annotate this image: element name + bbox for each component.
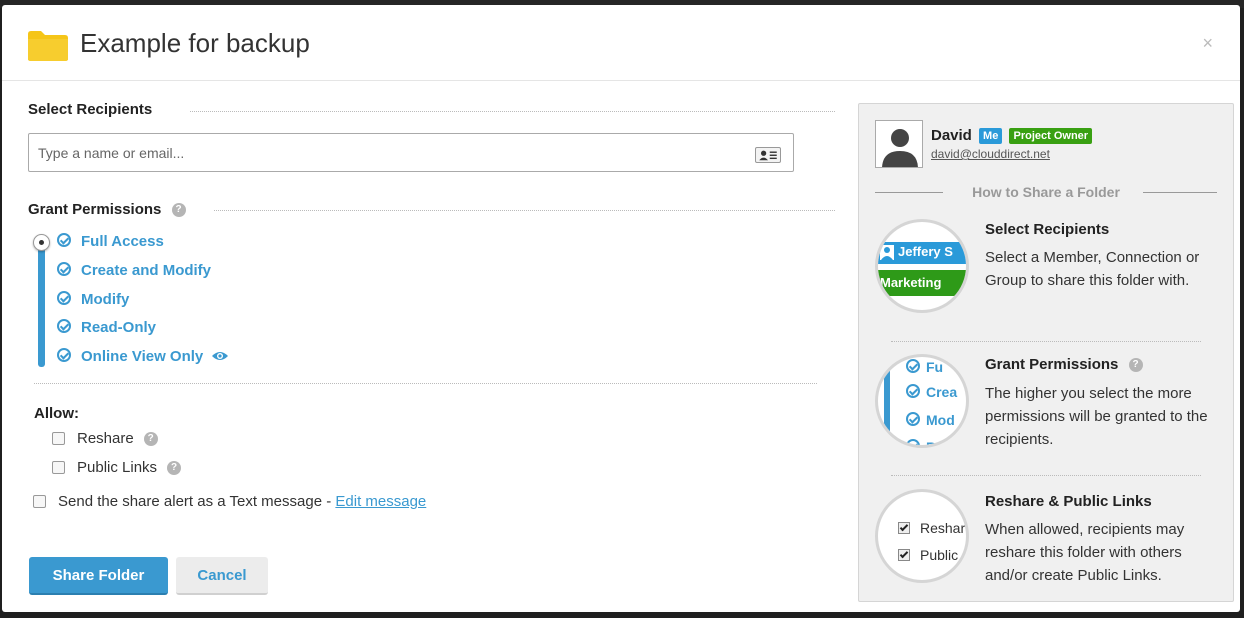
- step-grant-permissions-preview: Fu Crea Mod R: [875, 354, 969, 448]
- me-badge: Me: [979, 128, 1003, 144]
- reshare-checkbox[interactable]: [52, 432, 65, 445]
- divider: [34, 383, 817, 384]
- dialog-header: Example for backup ×: [2, 5, 1240, 81]
- eye-icon: [212, 352, 229, 360]
- grant-permissions-label: Grant Permissions: [28, 201, 162, 218]
- permission-slider-handle[interactable]: [33, 234, 50, 251]
- permission-create-and-modify[interactable]: Create and Modify: [57, 262, 211, 279]
- help-icon[interactable]: ?: [143, 431, 158, 446]
- divider: [214, 210, 835, 211]
- check-circle-icon: [57, 233, 71, 247]
- share-folder-dialog: Example for backup × Select Recipients G…: [2, 5, 1240, 612]
- divider: [190, 111, 835, 112]
- user-silhouette-icon: [876, 121, 922, 167]
- public-links-label: Public Links: [77, 459, 158, 476]
- reshare-label: Reshare: [77, 430, 134, 447]
- preview-selected-row: Jeffery S: [878, 242, 966, 264]
- text-alert-label: Send the share alert as a Text message -: [58, 493, 336, 510]
- preview-group-row: Marketing: [878, 270, 966, 296]
- select-recipients-heading: Select Recipients: [28, 101, 153, 118]
- check-circle-icon: [57, 291, 71, 305]
- step-reshare-public-links-title: Reshare & Public Links: [985, 493, 1152, 510]
- project-owner-badge: Project Owner: [1009, 128, 1093, 144]
- permission-full-access[interactable]: Full Access: [57, 233, 164, 250]
- check-circle-icon: [57, 319, 71, 333]
- checked-checkbox-icon: [898, 549, 910, 561]
- step-select-recipients-preview: Jeffery S Marketing: [875, 219, 969, 313]
- permission-read-only[interactable]: Read-Only: [57, 319, 156, 336]
- text-alert-checkbox[interactable]: [33, 495, 46, 508]
- step-select-recipients-desc: Select a Member, Connection or Group to …: [985, 249, 1200, 289]
- how-to-share-heading: How to Share a Folder: [972, 184, 1120, 200]
- check-circle-icon: [57, 262, 71, 276]
- contact-card-icon[interactable]: [755, 147, 781, 163]
- check-circle-icon: [57, 348, 71, 362]
- step-grant-permissions-title: Grant Permissions ?: [985, 356, 1143, 373]
- user-name-row: David Me Project Owner: [931, 127, 1093, 144]
- help-icon[interactable]: ?: [1128, 358, 1143, 373]
- close-icon[interactable]: ×: [1202, 33, 1213, 54]
- check-circle-icon: [906, 359, 920, 373]
- allow-heading: Allow:: [34, 405, 79, 422]
- recipient-search-field[interactable]: [28, 133, 794, 172]
- recipient-search-input[interactable]: [29, 134, 729, 171]
- checked-checkbox-icon: [898, 522, 910, 534]
- share-guide-panel: David Me Project Owner david@clouddirect…: [858, 103, 1234, 602]
- step-select-recipients-title: Select Recipients: [985, 221, 1110, 238]
- check-circle-icon: [906, 412, 920, 426]
- check-circle-icon: [906, 439, 920, 445]
- user-icon: [880, 245, 894, 260]
- permission-modify[interactable]: Modify: [57, 291, 129, 308]
- check-circle-icon: [906, 384, 920, 398]
- permission-online-view-only[interactable]: Online View Only: [57, 348, 229, 365]
- folder-icon: [28, 31, 68, 61]
- step-grant-permissions-desc: The higher you select the more permissio…: [985, 385, 1208, 448]
- edit-message-link[interactable]: Edit message: [335, 493, 426, 510]
- grant-permissions-heading: Grant Permissions ?: [28, 201, 186, 218]
- help-icon[interactable]: ?: [167, 460, 182, 475]
- share-folder-button[interactable]: Share Folder: [29, 557, 168, 595]
- divider: [891, 341, 1201, 342]
- avatar: [875, 120, 923, 168]
- cancel-button[interactable]: Cancel: [176, 557, 268, 595]
- step-reshare-public-links-desc: When allowed, recipients may reshare thi…: [985, 521, 1185, 584]
- divider: [891, 475, 1201, 476]
- dialog-title: Example for backup: [80, 28, 310, 58]
- step-reshare-public-links-preview: Reshar Public: [875, 489, 969, 583]
- text-alert-option[interactable]: Send the share alert as a Text message -…: [33, 493, 426, 510]
- user-email[interactable]: david@clouddirect.net: [931, 147, 1050, 161]
- public-links-option[interactable]: Public Links ?: [52, 459, 182, 476]
- help-icon[interactable]: ?: [171, 203, 186, 218]
- permission-slider-track[interactable]: [38, 243, 45, 367]
- user-name: David: [931, 127, 972, 144]
- public-links-checkbox[interactable]: [52, 461, 65, 474]
- reshare-option[interactable]: Reshare ?: [52, 430, 158, 447]
